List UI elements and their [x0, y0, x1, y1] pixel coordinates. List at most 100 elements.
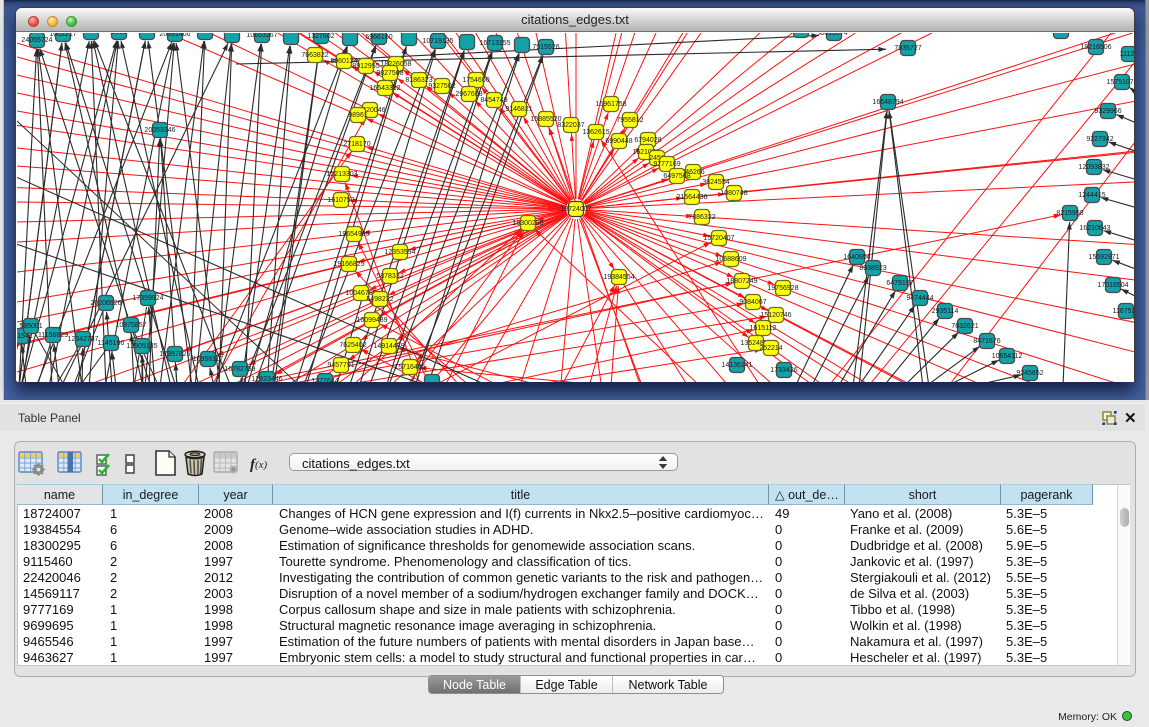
svg-text:6990448: 6990448	[605, 138, 632, 145]
svg-text:8813074: 8813074	[820, 33, 847, 37]
svg-text:12505135: 12505135	[126, 343, 157, 350]
svg-text:16961758: 16961758	[595, 101, 626, 108]
svg-text:1640954: 1640954	[843, 254, 870, 261]
svg-text:7625402: 7625402	[339, 342, 366, 349]
svg-text:1327602: 1327602	[307, 33, 334, 40]
svg-text:1002217: 1002217	[49, 33, 76, 38]
svg-text:19384554: 19384554	[603, 274, 634, 281]
svg-text:7955812: 7955812	[616, 117, 643, 124]
svg-text:9329966: 9329966	[1094, 108, 1121, 115]
svg-text:15751074: 15751074	[1106, 79, 1134, 86]
svg-text:15692971: 15692971	[1088, 254, 1119, 261]
svg-text:10719135: 10719135	[422, 38, 453, 45]
svg-text:19166825: 19166825	[333, 261, 364, 268]
svg-text:17016504: 17016504	[1097, 282, 1128, 289]
svg-text:10688609: 10688609	[715, 256, 746, 263]
svg-text:20691406: 20691406	[159, 33, 190, 38]
svg-text:12093832: 12093832	[1078, 164, 1109, 171]
svg-text:3624554: 3624554	[702, 179, 729, 186]
svg-text:10958117: 10958117	[193, 356, 224, 363]
svg-text:14914479: 14914479	[373, 343, 404, 350]
svg-text:585001: 585001	[19, 323, 42, 330]
svg-text:16099489: 16099489	[356, 317, 387, 324]
svg-text:17359924: 17359924	[132, 295, 163, 302]
svg-text:9474444: 9474444	[906, 295, 933, 302]
svg-text:7663822: 7663822	[301, 52, 328, 59]
svg-text:8215958: 8215958	[1056, 210, 1083, 217]
svg-text:9245652: 9245652	[1016, 370, 1043, 377]
svg-text:9777169: 9777169	[653, 161, 680, 168]
svg-text:19756928: 19756928	[767, 285, 798, 292]
svg-text:8322037: 8322037	[557, 122, 584, 129]
svg-text:9827508: 9827508	[376, 70, 403, 77]
svg-text:16543382: 16543382	[369, 85, 400, 92]
svg-text:24055724: 24055724	[21, 37, 52, 44]
svg-text:9227342: 9227342	[1086, 136, 1113, 143]
svg-text:11123: 11123	[1120, 51, 1134, 58]
svg-text:16033809: 16033809	[785, 33, 816, 34]
svg-text:9146821: 9146821	[505, 106, 532, 113]
svg-text:20053346: 20053346	[144, 127, 175, 134]
svg-text:10975857: 10975857	[115, 322, 146, 329]
svg-text:(x): (x)	[255, 459, 268, 471]
svg-text:8454749: 8454749	[480, 97, 507, 104]
svg-text:12353594: 12353594	[384, 249, 415, 256]
svg-text:1362615: 1362615	[582, 129, 609, 136]
svg-text:11156829: 11156829	[38, 332, 68, 339]
svg-text:1145190: 1145190	[98, 340, 125, 347]
svg-text:20206526: 20206526	[90, 300, 121, 307]
svg-text:12923446: 12923446	[251, 376, 282, 382]
svg-text:252214: 252214	[759, 345, 782, 352]
svg-text:6966160: 6966160	[365, 34, 392, 41]
svg-text:10654112: 10654112	[992, 353, 1023, 360]
svg-text:16210643: 16210643	[1079, 225, 1110, 232]
svg-text:1733426: 1733426	[770, 367, 797, 374]
svg-text:8912955: 8912955	[352, 63, 379, 70]
svg-text:15120746: 15120746	[760, 312, 791, 319]
svg-text:1080748: 1080748	[720, 190, 747, 197]
svg-text:16782759: 16782759	[224, 366, 255, 373]
svg-text:21564436: 21564436	[676, 194, 707, 201]
svg-text:9327502: 9327502	[428, 83, 455, 90]
svg-text:6497568: 6497568	[663, 173, 690, 180]
svg-text:7515526: 7515526	[532, 44, 559, 51]
svg-text:17957825: 17957825	[159, 351, 190, 358]
svg-text:14136141: 14136141	[721, 362, 752, 369]
svg-text:6479197: 6479197	[886, 280, 913, 287]
svg-text:18807249: 18807249	[726, 278, 757, 285]
svg-text:2967608: 2967608	[455, 91, 482, 98]
svg-text:7835727: 7835727	[894, 45, 921, 52]
svg-text:16648794: 16648794	[872, 99, 903, 106]
svg-text:15716485: 15716485	[394, 364, 425, 371]
svg-text:2069: 2069	[111, 33, 127, 36]
svg-text:8938923: 8938923	[859, 265, 886, 272]
svg-text:12213303: 12213303	[326, 171, 357, 178]
svg-text:19654985: 19654985	[338, 231, 369, 238]
svg-text:1615112: 1615112	[750, 325, 777, 332]
svg-text:6794028: 6794028	[634, 137, 661, 144]
svg-text:2718170: 2718170	[343, 141, 370, 148]
svg-text:1754600: 1754600	[462, 77, 489, 84]
svg-text:98961: 98961	[348, 112, 368, 119]
svg-text:19218506: 19218506	[1080, 44, 1111, 51]
svg-text:16713155: 16713155	[479, 40, 510, 47]
svg-text:7886322: 7886322	[688, 214, 715, 221]
svg-text:1167534: 1167534	[1113, 308, 1134, 315]
svg-text:1244415: 1244415	[1078, 192, 1105, 199]
svg-text:5878332: 5878332	[376, 273, 403, 280]
svg-text:15720407: 15720407	[703, 235, 734, 242]
svg-text:18300295: 18300295	[512, 220, 543, 227]
svg-text:8813054: 8813054	[1047, 33, 1074, 35]
svg-text:5498222: 5498222	[366, 296, 393, 303]
svg-text:10653267: 10653267	[246, 33, 277, 39]
svg-text:18724007: 18724007	[560, 206, 591, 213]
svg-text:9457791: 9457791	[327, 362, 354, 369]
svg-text:1372644: 1372644	[311, 378, 338, 382]
svg-text:2935114: 2935114	[932, 308, 959, 315]
svg-text:391541: 391541	[17, 333, 33, 340]
svg-text:8471676: 8471676	[973, 338, 1000, 345]
svg-text:9084067: 9084067	[739, 299, 766, 306]
svg-text:7632621: 7632621	[951, 323, 978, 330]
svg-text:12342737: 12342737	[67, 336, 98, 343]
svg-text:1610752: 1610752	[327, 197, 354, 204]
